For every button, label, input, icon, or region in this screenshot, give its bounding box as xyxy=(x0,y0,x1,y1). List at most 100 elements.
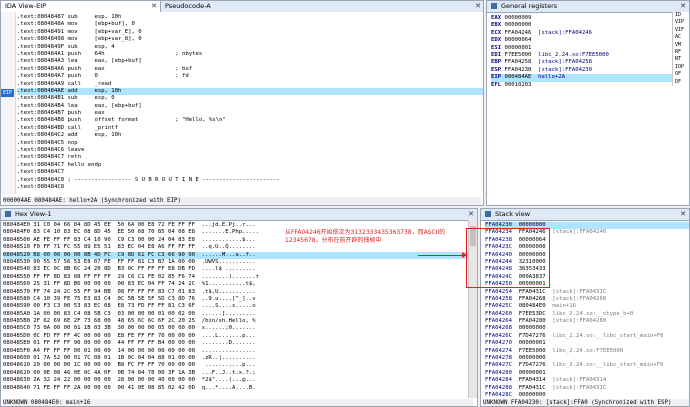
disasm-line[interactable]: .text:080484BD call _printf xyxy=(17,125,483,132)
disasm-line[interactable]: .text:080484C6 leave xyxy=(17,147,483,154)
register-row[interactable]: EIP 080484AE hello+2A xyxy=(491,74,689,82)
disassembly-listing[interactable]: .text:08048487 sub esp, 10h .text:0804848… xyxy=(17,14,483,191)
hex-row[interactable]: 08048560 25 31 FF 8D B6 00 00 00 00 83 E… xyxy=(3,281,477,288)
stack-row[interactable]: FFA04264 FFA04280 [stack]:FFA04280 xyxy=(485,318,689,325)
hex-row[interactable]: 08048590 00 F3 C3 00 53 83 EC 08 E8 73 F… xyxy=(3,303,477,310)
disasm-line[interactable]: .text:080484C7 hello endp xyxy=(17,162,483,169)
stack-row[interactable]: FFA04280 00000001 xyxy=(485,370,689,377)
close-icon[interactable]: ✕ xyxy=(151,1,157,12)
hex-row[interactable]: 080485D0 0C FD FF FF 4C 00 00 00 E8 FE F… xyxy=(3,333,477,340)
stack-row[interactable]: FFA04284 FFA04314 [stack]:FFA04314 xyxy=(485,377,689,384)
close-icon[interactable]: ✕ xyxy=(475,1,481,12)
disasm-line[interactable]: .text:080484B8 push offset format ; "Hel… xyxy=(17,117,483,124)
disasm-line[interactable]: .text:080484C7 xyxy=(17,169,483,176)
hex-row[interactable]: 08048640 71 FE FF FF 2A 00 00 00 00 41 0… xyxy=(3,385,477,392)
close-icon[interactable]: ✕ xyxy=(468,209,474,220)
register-row[interactable]: EFL 00010203 xyxy=(491,82,689,89)
stack-value[interactable]: F7D47276 xyxy=(512,333,546,339)
stack-row[interactable]: FFA04258 FFA04268 [stack]:FFA04268 xyxy=(485,296,689,303)
hex-row[interactable]: 08048540 83 EC 0C 8B 6C 24 20 8D B3 0C F… xyxy=(3,266,477,273)
hex-row[interactable]: 08048550 FF FF 8D 83 08 FF FF FF 29 C6 C… xyxy=(3,274,477,281)
stack-row[interactable]: FFA0427C F7D47276 libc_2.24.so:__libc_st… xyxy=(485,362,689,369)
stack-value[interactable]: 00000000 xyxy=(512,355,546,361)
hex-row[interactable]: 08048600 01 7A 52 00 01 7C 08 01 1B 0C 0… xyxy=(3,355,477,362)
stack-value[interactable]: 00000001 xyxy=(512,370,546,376)
disasm-line[interactable]: .text:080484A6 push eax ; buf xyxy=(17,66,483,73)
hex-row[interactable]: 08048530 90 55 57 56 53 E8 07 FE FF FF 8… xyxy=(3,259,477,266)
stack-value[interactable]: FFA0431C xyxy=(512,289,546,295)
hex-row[interactable]: 080485B0 2F 62 69 6E 2F 73 68 00 48 65 6… xyxy=(3,318,477,325)
stack-row[interactable]: FFA0426C F7D47276 libc_2.24.so:__libc_st… xyxy=(485,333,689,340)
stack-row[interactable]: FFA04274 F7EE5000 libc_2.24.so:F7EE5000 xyxy=(485,348,689,355)
hex-row[interactable]: 080485A0 1A 00 00 83 C4 08 5B C3 03 00 0… xyxy=(3,311,477,318)
disasm-line[interactable]: .text:0804849F sub esp, 4 xyxy=(17,44,483,51)
hex-row[interactable]: 080485C0 73 0A 00 00 01 1B 03 3B 30 00 0… xyxy=(3,325,477,332)
disasm-line[interactable]: .text:0804848A mov [ebp+buf], 0 xyxy=(17,21,483,28)
hex-row[interactable]: 080485F0 A4 FF FF FF 00 01 00 00 14 00 0… xyxy=(3,348,477,355)
register-value[interactable]: FFA04246 xyxy=(501,30,531,36)
register-value[interactable]: FFA04258 xyxy=(501,59,531,65)
register-value[interactable]: 00000001 xyxy=(501,45,531,51)
hex-row[interactable]: 080485E0 01 FF FF FF 90 00 00 00 44 FF F… xyxy=(3,340,477,347)
disasm-line[interactable]: .text:08048491 mov [ebp+var_E], 0 xyxy=(17,29,483,36)
disasm-line[interactable]: .text:080484C2 add esp, 10h xyxy=(17,132,483,139)
disasm-line[interactable]: .text:080484C8 xyxy=(17,184,483,191)
stack-row[interactable]: FFA04278 00000000 xyxy=(485,355,689,362)
stack-row[interactable]: FFA0425C 080484E0 main+16 xyxy=(485,303,689,310)
hex-row[interactable]: 08048620 00 0E 08 46 0E 0C 4A 0F 0B 74 0… xyxy=(3,370,477,377)
register-row[interactable]: EDI F7EE5000 libc_2.24.so:F7EE5000 xyxy=(491,52,689,59)
register-row[interactable]: EAX 00000009 xyxy=(491,15,689,22)
hex-row[interactable]: 08048520 B8 00 00 00 00 8B 4D FC C9 8D 6… xyxy=(3,251,477,259)
register-row[interactable]: ECX FFA04246 [stack]:FFA04246 xyxy=(491,30,689,37)
hex-row[interactable]: 08048580 C4 10 39 FE 75 E3 83 C4 0C 5B 5… xyxy=(3,296,477,303)
register-value[interactable]: 00000064 xyxy=(501,37,531,43)
disasm-line[interactable]: .text:080484A9 call _read xyxy=(17,81,483,88)
stack-row[interactable]: FFA04260 F7EE53DC libc_2.24.so:__ctype_b… xyxy=(485,311,689,318)
disasm-line[interactable]: .text:080484B7 push eax xyxy=(17,110,483,117)
hex-row[interactable]: 08048630 2A 32 24 22 00 00 00 00 28 00 0… xyxy=(3,377,477,384)
stack-value[interactable]: F7EE5000 xyxy=(512,348,546,354)
stack-value[interactable]: 00000000 xyxy=(512,325,546,331)
stack-value[interactable]: FFA04280 xyxy=(512,318,546,324)
stack-value[interactable]: F7D47276 xyxy=(512,362,546,368)
stack-value[interactable]: 00000001 xyxy=(512,340,546,346)
register-row[interactable]: ESI 00000001 xyxy=(491,45,689,52)
disasm-line[interactable]: .text:080484A3 lea eax, [ebp+buf] xyxy=(17,58,483,65)
register-value[interactable]: 00000009 xyxy=(501,15,531,21)
register-value[interactable]: 00010203 xyxy=(501,82,531,88)
stack-row[interactable]: FFA04268 00000000 xyxy=(485,325,689,332)
register-value[interactable]: 080484AE xyxy=(501,74,531,80)
disasm-line[interactable]: .text:080484C7 retn xyxy=(17,154,483,161)
register-value[interactable]: F7EE5000 xyxy=(501,52,531,58)
stack-value[interactable]: FFA0431C xyxy=(512,385,546,391)
tab-pseudocode[interactable]: Pseudocode-A ✕ xyxy=(161,1,483,12)
tab-ida-view[interactable]: IDA View-EIP ✕ xyxy=(1,1,161,12)
close-icon[interactable]: ✕ xyxy=(680,1,686,12)
close-icon[interactable]: ✕ xyxy=(680,209,686,220)
stack-value[interactable]: FFA04268 xyxy=(512,296,546,302)
stack-row[interactable]: FFA04254 FFA0431C [stack]:FFA0431C xyxy=(485,289,689,296)
disasm-line[interactable]: .text:08048487 sub esp, 10h xyxy=(17,14,483,21)
stack-row[interactable]: FFA04288 FFA0431C [stack]:FFA0431C xyxy=(485,385,689,392)
stack-value[interactable]: F7EE53DC xyxy=(512,311,546,317)
disasm-line[interactable]: .text:080484B4 lea eax, [ebp+buf] xyxy=(17,103,483,110)
register-row[interactable]: ESP FFA04230 [stack]:FFA04230 xyxy=(491,67,689,74)
disasm-line[interactable]: .text:080484B1 sub esp, 0 xyxy=(17,95,483,102)
register-value[interactable]: FFA04230 xyxy=(501,67,531,73)
hex-row[interactable]: 08048510 F0 FF 71 FC 55 89 E5 51 83 EC 0… xyxy=(3,244,477,251)
stack-value[interactable]: 080484E0 xyxy=(512,303,546,309)
stack-value[interactable]: 00000000 xyxy=(512,392,546,398)
register-row[interactable]: EDX 00000064 xyxy=(491,37,689,44)
hex-dump[interactable]: 080484E0 31 C0 04 66 04 8D 45 EE 50 6A 0… xyxy=(3,222,477,392)
disasm-line[interactable]: .text:080484A7 push 0 ; fd xyxy=(17,73,483,80)
stack-row[interactable]: FFA04270 00000001 xyxy=(485,340,689,347)
disasm-line[interactable]: .text:080484AE add esp, 10h xyxy=(17,87,483,96)
register-row[interactable]: EBX 00000000 xyxy=(491,22,689,29)
register-row[interactable]: EBP FFA04258 [stack]:FFA04258 xyxy=(491,59,689,66)
register-list[interactable]: EAX 00000009 EBX 00000000 ECX FFA04246 [st… xyxy=(491,15,689,89)
disasm-line[interactable]: .text:08048498 mov [ebp+var_8], 0 xyxy=(17,36,483,43)
stack-value[interactable]: FFA04314 xyxy=(512,377,546,383)
disasm-line[interactable]: .text:080484C8 ; ----------------- S U B… xyxy=(17,177,483,184)
disasm-line[interactable]: .text:080484A1 push 64h ; nbytes xyxy=(17,51,483,58)
register-value[interactable]: 00000000 xyxy=(501,22,531,28)
